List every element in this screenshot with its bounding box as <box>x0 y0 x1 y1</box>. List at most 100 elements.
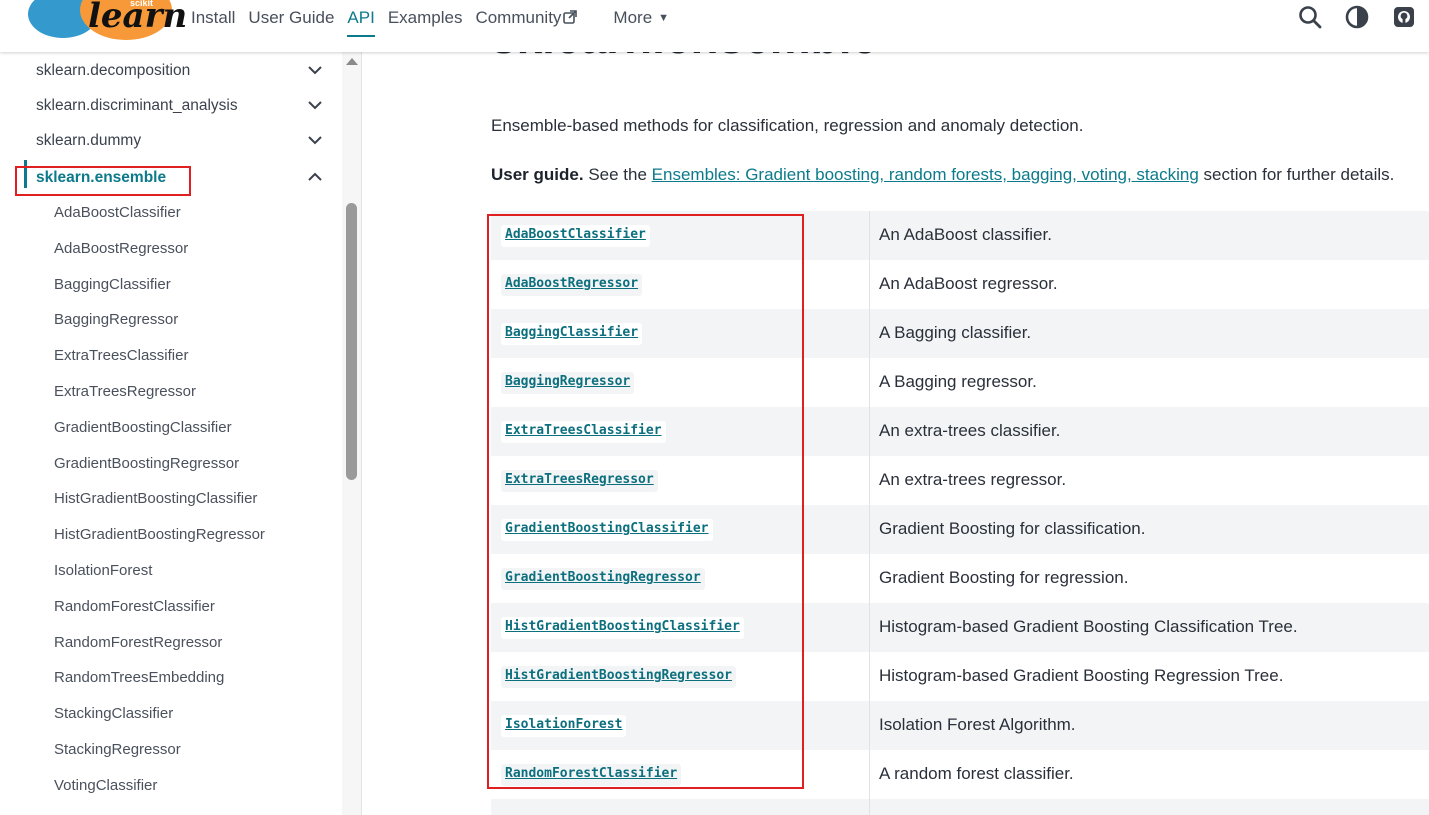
api-class-link[interactable]: ExtraTreesClassifier <box>501 421 666 443</box>
navbar-icons <box>1276 4 1417 30</box>
sidebar-subitem[interactable]: IsolationForest <box>54 562 152 579</box>
api-class-link[interactable]: IsolationForest <box>501 715 627 737</box>
sidebar-subitem[interactable]: HistGradientBoostingClassifier <box>54 490 257 507</box>
table-row: GradientBoostingRegressor Gradient Boosti… <box>491 554 1429 603</box>
column-divider <box>869 505 870 554</box>
user-guide-post-text: section for further details. <box>1198 165 1395 184</box>
chevron-down-icon[interactable] <box>307 64 323 76</box>
api-class-description: A random forest classifier. <box>879 764 1074 783</box>
user-guide-link[interactable]: Ensembles: Gradient boosting, random for… <box>652 165 1199 184</box>
api-class-link[interactable]: GradientBoostingClassifier <box>501 519 713 541</box>
nav-user-guide-link[interactable]: User Guide <box>248 1 334 35</box>
chevron-up-icon[interactable] <box>307 171 323 183</box>
api-class-link[interactable]: AdaBoostClassifier <box>501 225 650 247</box>
column-divider <box>869 652 870 701</box>
user-guide-note: User guide. See the Ensembles: Gradient … <box>491 165 1394 185</box>
sidebar-item-dummy[interactable]: sklearn.dummy <box>0 123 340 159</box>
column-divider <box>869 358 870 407</box>
api-class-description: Gradient Boosting for regression. <box>879 568 1129 587</box>
sidebar-subitem[interactable]: AdaBoostClassifier <box>54 204 181 221</box>
api-class-link[interactable]: GradientBoostingRegressor <box>501 568 705 590</box>
scrollbar-thumb[interactable] <box>346 203 357 480</box>
sidebar-subitem[interactable]: RandomForestRegressor <box>54 634 222 651</box>
nav-community-label: Community <box>475 8 562 27</box>
user-guide-pre-text: See the <box>583 165 652 184</box>
column-divider <box>869 603 870 652</box>
theme-toggle-icon[interactable] <box>1344 4 1370 30</box>
chevron-down-icon[interactable] <box>307 134 323 146</box>
search-icon[interactable] <box>1297 4 1323 30</box>
sidebar-subitem[interactable]: BaggingRegressor <box>54 311 178 328</box>
sidebar-subitem[interactable]: GradientBoostingRegressor <box>54 455 239 472</box>
table-row <box>491 799 1429 815</box>
table-row: BaggingRegressor A Bagging regressor. <box>491 358 1429 407</box>
page-title: sklearn.ensemble <box>491 52 877 64</box>
sidebar-subitem[interactable]: BaggingClassifier <box>54 276 171 293</box>
chevron-down-icon[interactable] <box>307 99 323 111</box>
api-class-link[interactable]: BaggingClassifier <box>501 323 643 345</box>
table-row: ExtraTreesClassifier An extra-trees class… <box>491 407 1429 456</box>
table-row: AdaBoostClassifier An AdaBoost classifier… <box>491 211 1429 260</box>
sidebar-subitem[interactable]: StackingRegressor <box>54 741 181 758</box>
column-divider <box>869 750 870 799</box>
table-row: BaggingClassifier A Bagging classifier. <box>491 309 1429 358</box>
table-row: IsolationForest Isolation Forest Algorith… <box>491 701 1429 750</box>
api-class-link[interactable]: HistGradientBoostingClassifier <box>501 617 744 639</box>
nav-more-label: More <box>613 8 653 27</box>
api-class-link[interactable]: BaggingRegressor <box>501 372 635 394</box>
sidebar-subitem[interactable]: ExtraTreesClassifier <box>54 347 188 364</box>
sidebar-subitem[interactable]: HistGradientBoostingRegressor <box>54 526 265 543</box>
scikit-learn-logo[interactable]: scikit learn <box>24 0 188 42</box>
table-row: HistGradientBoostingRegressor Histogram-b… <box>491 652 1429 701</box>
external-link-icon <box>563 10 578 24</box>
nav-examples-link[interactable]: Examples <box>388 1 463 35</box>
column-divider <box>869 456 870 505</box>
sidebar-item-discriminant-analysis[interactable]: sklearn.discriminant_analysis <box>0 88 340 124</box>
nav-links: Install User Guide API Examples Communit… <box>191 0 682 37</box>
module-description: Ensemble-based methods for classificatio… <box>491 116 1084 135</box>
table-row: HistGradientBoostingClassifier Histogram-… <box>491 603 1429 652</box>
scroll-up-arrow-icon[interactable] <box>346 58 358 65</box>
column-divider <box>869 407 870 456</box>
api-class-link[interactable]: HistGradientBoostingRegressor <box>501 666 736 688</box>
annotation-highlight-box <box>15 166 191 196</box>
sidebar-subitem[interactable]: RandomTreesEmbedding <box>54 669 224 686</box>
api-class-description: An AdaBoost regressor. <box>879 274 1058 293</box>
table-row: GradientBoostingClassifier Gradient Boost… <box>491 505 1429 554</box>
api-class-description: Isolation Forest Algorithm. <box>879 715 1076 734</box>
sidebar-scrollbar[interactable] <box>342 52 361 815</box>
api-class-link[interactable]: RandomForestClassifier <box>501 764 682 786</box>
api-class-description: Histogram-based Gradient Boosting Classi… <box>879 617 1298 636</box>
sidebar-subitem[interactable]: GradientBoostingClassifier <box>54 419 232 436</box>
api-class-description: A Bagging classifier. <box>879 323 1032 342</box>
sidebar-subitem[interactable]: StackingClassifier <box>54 705 173 722</box>
main-content: sklearn.ensemble Ensemble-based methods … <box>363 52 1429 815</box>
column-divider <box>869 309 870 358</box>
sidebar-subitem[interactable]: RandomForestClassifier <box>54 598 215 615</box>
nav-install-link[interactable]: Install <box>191 1 235 35</box>
api-class-description: A Bagging regressor. <box>879 372 1037 391</box>
logo-text: learn <box>88 0 188 36</box>
nav-community-link[interactable]: Community <box>475 1 578 35</box>
sidebar-item-label: sklearn.dummy <box>36 132 142 149</box>
nav-api-link[interactable]: API <box>347 1 376 37</box>
nav-more-dropdown[interactable]: More ▼ <box>613 1 669 35</box>
github-icon[interactable] <box>1391 4 1417 30</box>
table-row: RandomForestClassifier A random forest cl… <box>491 750 1429 799</box>
column-divider <box>869 799 870 815</box>
sidebar-subitem[interactable]: AdaBoostRegressor <box>54 240 188 257</box>
api-class-description: An AdaBoost classifier. <box>879 225 1052 244</box>
column-divider <box>869 554 870 603</box>
sidebar-subitem[interactable]: VotingClassifier <box>54 777 157 794</box>
api-class-link[interactable]: ExtraTreesRegressor <box>501 470 658 492</box>
api-class-link[interactable]: AdaBoostRegressor <box>501 274 643 296</box>
sidebar-item-label: sklearn.decomposition <box>36 62 191 79</box>
table-row: AdaBoostRegressor An AdaBoost regressor. <box>491 260 1429 309</box>
api-class-description: Histogram-based Gradient Boosting Regres… <box>879 666 1284 685</box>
sidebar-item-decomposition[interactable]: sklearn.decomposition <box>0 53 340 89</box>
top-navbar: scikit learn Install User Guide API Exam… <box>0 0 1429 52</box>
column-divider <box>869 701 870 750</box>
table-row: ExtraTreesRegressor An extra-trees regres… <box>491 456 1429 505</box>
sidebar-subitem[interactable]: ExtraTreesRegressor <box>54 383 196 400</box>
api-summary-table: AdaBoostClassifier An AdaBoost classifier… <box>491 211 1429 815</box>
